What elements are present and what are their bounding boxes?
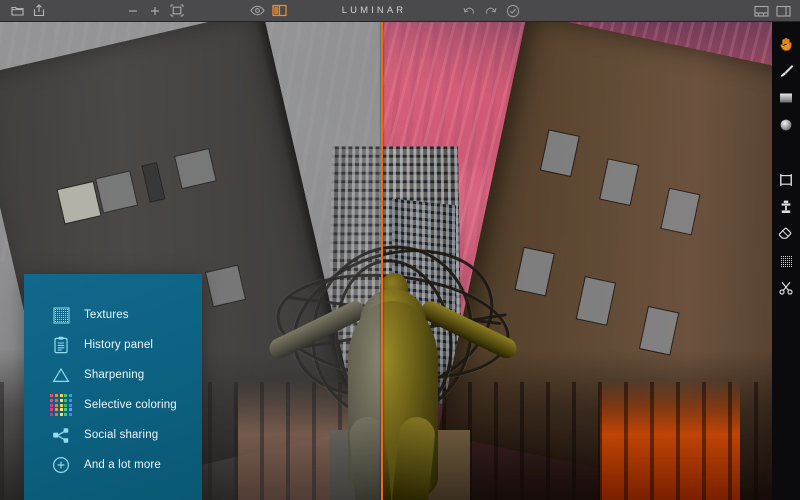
color-dot xyxy=(68,403,72,407)
scissors-tool[interactable] xyxy=(774,276,798,300)
toolbar-view-group xyxy=(246,0,290,21)
color-dot xyxy=(64,394,68,398)
color-dot xyxy=(59,412,63,416)
after-scene xyxy=(382,22,772,500)
radial-mask-tool[interactable] xyxy=(774,113,798,137)
color-dot xyxy=(68,408,72,412)
feature-item-sharpening[interactable]: Sharpening xyxy=(24,360,202,390)
color-dot xyxy=(50,403,54,407)
clone-stamp-tool[interactable] xyxy=(774,195,798,219)
texture-swatch-icon xyxy=(50,304,72,326)
color-dot xyxy=(59,398,63,402)
atlas-statue-before xyxy=(266,224,382,500)
feature-item-history-panel[interactable]: History panel xyxy=(24,330,202,360)
gradient-mask-tool[interactable] xyxy=(774,86,798,110)
color-dot xyxy=(50,394,54,398)
redo-icon[interactable] xyxy=(480,0,502,22)
feature-item-social-sharing[interactable]: Social sharing xyxy=(24,420,202,450)
zoom-out-icon[interactable] xyxy=(122,0,144,22)
color-dot xyxy=(50,412,54,416)
tools-sidebar xyxy=(772,22,800,500)
feature-item-and-a-lot-more[interactable]: And a lot more xyxy=(24,450,202,480)
luminar-app-window: LUMINAR Textures History panel Sharpenin… xyxy=(0,0,800,500)
hand-tool[interactable] xyxy=(774,32,798,56)
color-dot xyxy=(68,394,72,398)
feature-item-textures[interactable]: Textures xyxy=(24,300,202,330)
color-dot xyxy=(50,398,54,402)
color-dot xyxy=(68,412,72,416)
toolbar-right-group xyxy=(750,0,794,21)
export-share-icon[interactable] xyxy=(28,0,50,22)
preview-eye-icon[interactable] xyxy=(246,0,268,22)
brush-tool[interactable] xyxy=(774,59,798,83)
feature-item-label: And a lot more xyxy=(84,459,161,471)
app-title: LUMINAR xyxy=(341,5,407,16)
color-dot xyxy=(64,408,68,412)
undo-icon[interactable] xyxy=(458,0,480,22)
clipboard-history-icon xyxy=(50,334,72,356)
feature-item-label: Social sharing xyxy=(84,429,159,441)
open-folder-icon[interactable] xyxy=(6,0,28,22)
eraser-tool[interactable] xyxy=(774,222,798,246)
color-dot xyxy=(64,412,68,416)
crop-tool[interactable] xyxy=(774,168,798,192)
color-dot xyxy=(54,394,58,398)
color-dot xyxy=(59,403,63,407)
top-toolbar: LUMINAR xyxy=(0,0,800,22)
toolbar-left-group xyxy=(6,0,50,21)
feature-list-panel: Textures History panel Sharpening Select… xyxy=(24,274,202,500)
after-image-pane xyxy=(382,22,772,500)
color-dot xyxy=(54,403,58,407)
apply-check-icon[interactable] xyxy=(502,0,524,22)
zoom-in-icon[interactable] xyxy=(144,0,166,22)
split-compare-icon[interactable] xyxy=(268,0,290,22)
feature-item-label: Textures xyxy=(84,309,129,321)
color-dot xyxy=(59,394,63,398)
color-dot xyxy=(64,403,68,407)
color-dot xyxy=(50,408,54,412)
color-dot xyxy=(54,408,58,412)
before-after-split-handle[interactable] xyxy=(381,22,383,500)
toggle-bottom-panel-icon[interactable] xyxy=(750,0,772,22)
toolbar-history-group xyxy=(458,0,524,21)
feature-item-label: History panel xyxy=(84,339,154,351)
plus-circle-icon xyxy=(50,454,72,476)
atlas-statue-after xyxy=(382,224,520,500)
texture-tool[interactable] xyxy=(774,249,798,273)
toolbar-zoom-group xyxy=(122,0,188,21)
fit-to-screen-icon[interactable] xyxy=(166,0,188,22)
triangle-sharpen-icon xyxy=(50,364,72,386)
feature-item-selective-coloring[interactable]: Selective coloring xyxy=(24,390,202,420)
color-dot xyxy=(59,408,63,412)
toggle-side-panel-icon[interactable] xyxy=(772,0,794,22)
color-dot xyxy=(64,398,68,402)
color-dot xyxy=(54,412,58,416)
color-dot-grid-icon xyxy=(50,394,72,416)
feature-item-label: Sharpening xyxy=(84,369,145,381)
color-dot xyxy=(68,398,72,402)
share-nodes-icon xyxy=(50,424,72,446)
feature-item-label: Selective coloring xyxy=(84,399,177,411)
color-dot xyxy=(54,398,58,402)
